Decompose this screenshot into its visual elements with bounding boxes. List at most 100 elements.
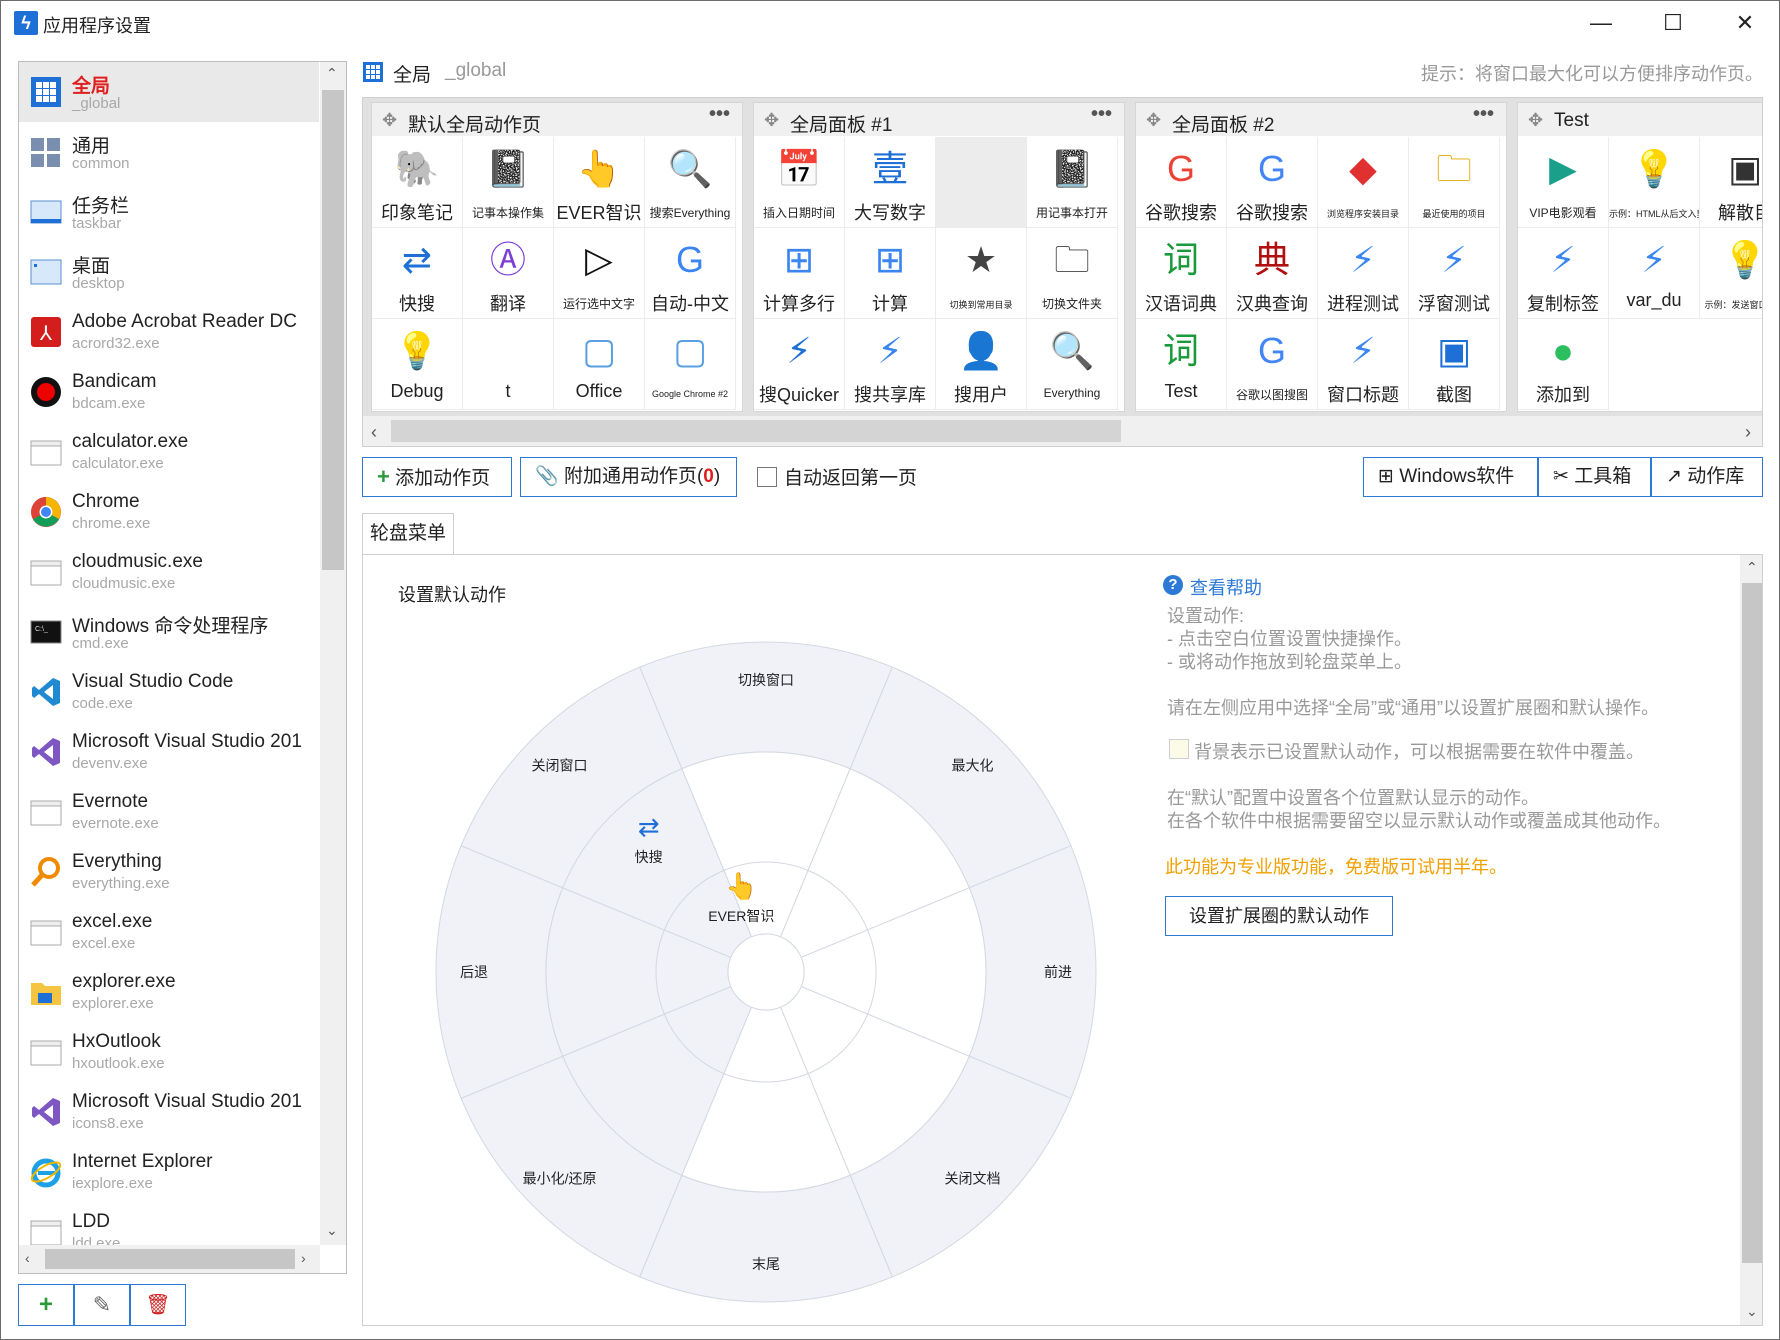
action-button[interactable]: 👤 搜用户 — [936, 319, 1027, 410]
sidebar-item[interactable]: Microsoft Visual Studio 201 devenv.exe — [19, 722, 319, 782]
set-ring-default-button[interactable]: 设置扩展圈的默认动作 — [1165, 896, 1393, 936]
more-menu-icon[interactable]: ••• — [1091, 103, 1112, 126]
action-button[interactable]: ⚡ 搜Quicker — [754, 319, 845, 410]
wheel-center[interactable] — [727, 933, 805, 1011]
scroll-left-icon[interactable]: ‹ — [371, 422, 377, 443]
scroll-up-icon[interactable]: ⌃ — [326, 65, 338, 82]
sidebar-item[interactable]: calculator.exe calculator.exe — [19, 422, 319, 482]
sidebar-item[interactable]: Bandicam bdcam.exe — [19, 362, 319, 422]
app-list-scroll-thumb[interactable] — [322, 90, 344, 570]
move-handle-icon[interactable]: ✥ — [382, 110, 397, 131]
wheel-outer-sector[interactable] — [968, 845, 1097, 1099]
action-button[interactable]: ⊞ 计算多行 — [754, 228, 845, 319]
action-button[interactable]: 词汉语词典 — [1136, 228, 1227, 319]
more-menu-icon[interactable]: ••• — [1473, 103, 1494, 126]
action-page[interactable]: ✥ 全局面板 #2 ••• G 谷歌搜索 G 谷歌搜索 ◆ 浏览程序安装目录 🗀 最近使用的项目词汉… — [1135, 102, 1507, 412]
attach-common-page-button[interactable]: 📎 附加通用动作页(0) — [520, 457, 737, 497]
scroll-left-icon[interactable]: ‹ — [25, 1250, 30, 1266]
sidebar-item[interactable]: explorer.exe explorer.exe — [19, 962, 319, 1022]
action-button[interactable]: 🔍 Everything — [1027, 319, 1118, 410]
action-button[interactable]: ⇄ 快搜 — [372, 228, 463, 319]
help-icon[interactable]: ? — [1163, 575, 1183, 595]
wheel-outer-sector[interactable] — [435, 845, 564, 1099]
close-button[interactable]: ✕ — [1725, 9, 1765, 39]
action-button[interactable]: ⊞ 计算 — [845, 228, 936, 319]
action-button[interactable]: ⚡ 搜共享库 — [845, 319, 936, 410]
action-button[interactable]: 📅 插入日期时间 — [754, 137, 845, 228]
action-button[interactable]: 💡 Debug — [372, 319, 463, 410]
help-link[interactable]: 查看帮助 — [1190, 574, 1262, 600]
action-button[interactable]: ★ 切换到常用目录 — [936, 228, 1027, 319]
action-page[interactable]: ✥Test▶VIP电影观看💡示例：HTML从后文入剪贴板▣解散目⚡RGB⚡复制标… — [1517, 102, 1762, 412]
action-button[interactable]: 👆 EVER智识 — [554, 137, 645, 228]
action-library-button[interactable]: ↗ 动作库 — [1651, 457, 1763, 497]
more-menu-icon[interactable]: ••• — [709, 103, 730, 126]
action-button[interactable]: 词 Test — [1136, 319, 1227, 410]
sidebar-item[interactable]: Everything everything.exe — [19, 842, 319, 902]
sidebar-item[interactable]: Evernote evernote.exe — [19, 782, 319, 842]
scroll-right-icon[interactable]: › — [1745, 422, 1751, 443]
sidebar-item[interactable]: HxOutlook hxoutlook.exe — [19, 1022, 319, 1082]
action-button[interactable]: 🔍 搜索Everything — [645, 137, 736, 228]
sidebar-item[interactable]: Microsoft Visual Studio 201 icons8.exe — [19, 1082, 319, 1142]
scroll-up-icon[interactable]: ⌃ — [1746, 559, 1758, 576]
action-button[interactable]: ▷ 运行选中文字 — [554, 228, 645, 319]
action-button[interactable]: 📓 用记事本打开 — [1027, 137, 1118, 228]
action-button[interactable]: ▶ VIP电影观看 — [1518, 137, 1609, 228]
content-scroll-thumb[interactable] — [1742, 583, 1762, 1263]
auto-return-checkbox[interactable] — [757, 467, 777, 487]
scroll-right-icon[interactable]: › — [301, 1250, 306, 1266]
action-page[interactable]: ✥ 全局面板 #1 ••• 📅 插入日期时间壹大写数字 📓 用记事本打开 ⊞ 计算多行 ⊞ 计算 ★ 切… — [753, 102, 1125, 412]
action-page-header[interactable]: ✥ Test — [1518, 103, 1762, 136]
action-button[interactable]: ▢ Google Chrome #2 — [645, 319, 736, 410]
action-button[interactable]: t — [463, 319, 554, 410]
maximize-button[interactable]: ☐ — [1653, 9, 1693, 39]
action-page[interactable]: ✥ 默认全局动作页 ••• 🐘 印象笔记 📓 记事本操作集 👆 EVER智识 🔍 搜索Everyth… — [371, 102, 743, 412]
action-button[interactable]: ◆ 浏览程序安装目录 — [1318, 137, 1409, 228]
sidebar-item[interactable]: 通用 common — [19, 122, 319, 182]
scroll-down-icon[interactable]: ⌄ — [326, 1222, 338, 1239]
app-list-hscroll-thumb[interactable] — [45, 1249, 295, 1269]
sidebar-item[interactable]: 任务栏 taskbar — [19, 182, 319, 242]
wheel-outer-sector[interactable] — [639, 1174, 893, 1303]
action-button[interactable]: 🗀 最近使用的项目 — [1409, 137, 1500, 228]
action-button[interactable]: 🗀 切换文件夹 — [1027, 228, 1118, 319]
edit-app-button[interactable]: ✎ — [74, 1284, 130, 1326]
sidebar-item[interactable]: excel.exe excel.exe — [19, 902, 319, 962]
action-button[interactable]: 典汉典查询 — [1227, 228, 1318, 319]
action-button[interactable]: ⚡ 浮窗测试 — [1409, 228, 1500, 319]
action-button[interactable]: G 自动-中文 — [645, 228, 736, 319]
action-button[interactable]: G 谷歌以图搜图 — [1227, 319, 1318, 410]
move-handle-icon[interactable]: ✥ — [1528, 110, 1543, 131]
windows-apps-button[interactable]: ⊞ Windows软件 — [1363, 457, 1538, 497]
sidebar-item[interactable]: Internet Explorer iexplore.exe — [19, 1142, 319, 1202]
action-button[interactable]: ⚡ 复制标签 — [1518, 228, 1609, 319]
sidebar-item[interactable]: C:\_ Windows 命令处理程序 cmd.exe — [19, 602, 319, 662]
tab-wheel-menu[interactable]: 轮盘菜单 — [362, 513, 454, 555]
toolbox-button[interactable]: ✂ 工具箱 — [1538, 457, 1651, 497]
move-handle-icon[interactable]: ✥ — [764, 110, 779, 131]
wheel-menu[interactable]: 切换窗口最大化前进关闭文档末尾 最小化/还原 后退 关闭窗口 ⇄ 快搜 👆 EVER智识 — [388, 620, 1144, 1320]
sidebar-item[interactable]: 全局 _global — [19, 62, 319, 122]
delete-app-button[interactable]: 🗑 — [130, 1284, 186, 1326]
sidebar-item[interactable]: cloudmusic.exe cloudmusic.exe — [19, 542, 319, 602]
action-button[interactable]: Ⓐ 翻译 — [463, 228, 554, 319]
action-button[interactable]: ⚡ 窗口标题 — [1318, 319, 1409, 410]
action-button[interactable]: ⚡ var_du — [1609, 228, 1700, 319]
sidebar-item[interactable]: ⅄ Adobe Acrobat Reader DC acrord32.exe — [19, 302, 319, 362]
sidebar-item[interactable]: Visual Studio Code code.exe — [19, 662, 319, 722]
action-button[interactable]: ● 添加到 — [1518, 319, 1609, 410]
add-page-button[interactable]: + 添加动作页 — [362, 457, 512, 497]
wheel-outer-sector[interactable] — [639, 641, 893, 770]
action-button[interactable]: 壹大写数字 — [845, 137, 936, 228]
action-page-header[interactable]: ✥ 全局面板 #2 ••• — [1136, 103, 1506, 136]
action-button[interactable]: 💡 示例：HTML从后文入剪贴板 — [1609, 137, 1700, 228]
action-button[interactable]: G 谷歌搜索 — [1227, 137, 1318, 228]
sidebar-item[interactable]: 桌面 desktop — [19, 242, 319, 302]
scroll-down-icon[interactable]: ⌄ — [1746, 1303, 1758, 1320]
sidebar-item[interactable]: Chrome chrome.exe — [19, 482, 319, 542]
action-button[interactable]: 📓 记事本操作集 — [463, 137, 554, 228]
minimize-button[interactable]: — — [1581, 9, 1621, 39]
move-handle-icon[interactable]: ✥ — [1146, 110, 1161, 131]
action-button[interactable]: ▢ Office — [554, 319, 645, 410]
